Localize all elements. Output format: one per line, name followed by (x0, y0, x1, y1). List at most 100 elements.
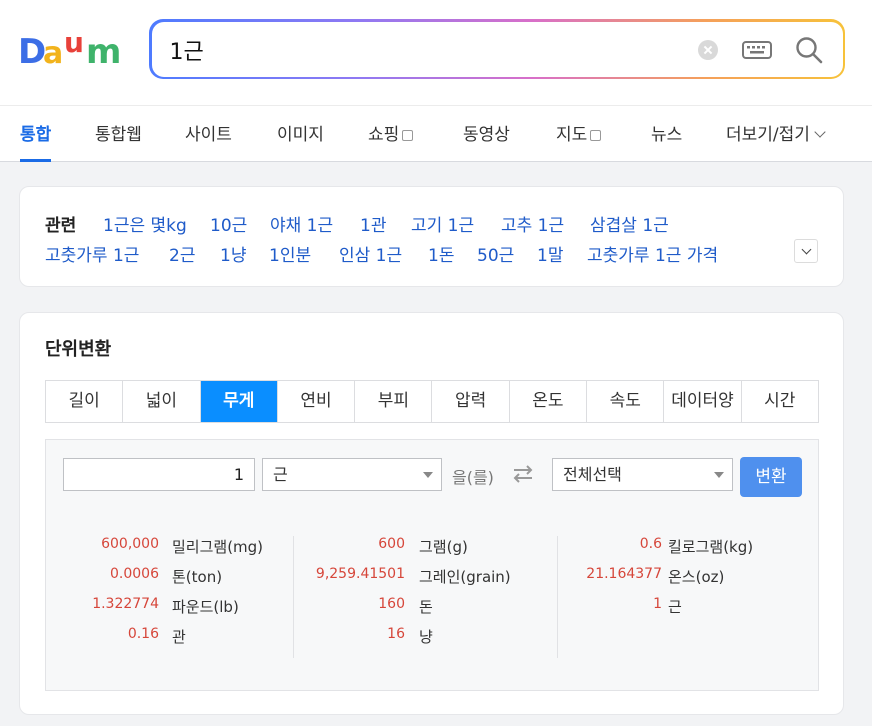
result-row: 160 돈 (310, 596, 557, 626)
related-link[interactable]: 1말 (537, 241, 563, 266)
result-unit: 근 (668, 598, 682, 616)
related-link[interactable]: 삼겹살 1근 (590, 211, 669, 236)
result-unit: 톤(ton) (172, 568, 223, 586)
keyboard-icon[interactable] (741, 39, 772, 61)
tab-label: 통합웹 (95, 125, 142, 145)
tab-label: 동영상 (463, 125, 510, 145)
result-row: 9,259.41501 그레인(grain) (310, 566, 557, 596)
unit-converter-title: 단위변환 (45, 339, 112, 360)
tab-site[interactable]: 사이트 (185, 120, 232, 162)
related-link[interactable]: 50근 (477, 241, 514, 266)
amount-input[interactable] (63, 458, 255, 491)
header: D a u m (0, 0, 872, 105)
result-value: 1 (653, 596, 662, 612)
unit-tab-time[interactable]: 시간 (741, 381, 818, 422)
unit-tab-fuel[interactable]: 연비 (277, 381, 356, 422)
from-unit-select[interactable]: 근 (262, 458, 442, 491)
tab-label: 뉴스 (651, 125, 683, 145)
result-unit: 킬로그램(kg) (668, 538, 754, 556)
from-unit-value: 근 (273, 465, 288, 484)
tab-news[interactable]: 뉴스 (651, 120, 682, 162)
related-link[interactable]: 2근 (169, 241, 195, 266)
tab-shopping[interactable]: 쇼핑 (368, 120, 414, 162)
related-link[interactable]: 야채 1근 (270, 211, 333, 236)
result-unit: 온스(oz) (668, 568, 725, 586)
unit-tab-area[interactable]: 넓이 (123, 381, 201, 422)
result-value: 0.6 (639, 536, 662, 552)
result-row: 1 근 (556, 596, 804, 626)
related-title: 관련 (45, 216, 77, 236)
tab-label: 통합 (20, 125, 52, 145)
result-unit: 그레인(grain) (419, 568, 511, 586)
tab-video[interactable]: 동영상 (463, 120, 510, 162)
related-link[interactable]: 고춧가루 1근 가격 (587, 241, 718, 266)
svg-text:m: m (86, 32, 121, 66)
svg-text:D: D (18, 32, 46, 66)
tab-label: 사이트 (185, 125, 232, 145)
result-value: 9,259.41501 (315, 566, 405, 582)
swap-icon[interactable] (512, 465, 534, 483)
tab-label: 더보기/접기 (726, 125, 810, 145)
related-link[interactable]: 고추 1근 (501, 211, 564, 236)
dropdown-arrow-icon (423, 472, 433, 478)
unit-tab-data[interactable]: 데이터양 (664, 381, 742, 422)
tab-label: 쇼핑 (368, 125, 400, 145)
svg-text:u: u (64, 30, 84, 59)
tab-label: 이미지 (277, 125, 324, 145)
related-link[interactable]: 고기 1근 (411, 211, 474, 236)
result-unit: 관 (172, 628, 186, 646)
result-value: 1.322774 (92, 596, 159, 612)
tab-integrated[interactable]: 통합 (20, 120, 52, 162)
related-link[interactable]: 인삼 1근 (339, 241, 402, 266)
result-value: 16 (387, 626, 405, 642)
unit-tab-pressure[interactable]: 압력 (432, 381, 510, 422)
unit-category-tabs: 길이 넓이 무게 연비 부피 압력 온도 속도 데이터양 시간 (45, 380, 819, 423)
daum-logo[interactable]: D a u m (18, 30, 126, 66)
result-column: 0.6 킬로그램(kg) 21.164377 온스(oz) 1 근 (556, 536, 804, 658)
result-unit: 그램(g) (419, 538, 468, 556)
unit-converter-card: 단위변환 길이 넓이 무게 연비 부피 압력 온도 속도 데이터양 시간 근 을… (19, 312, 844, 715)
clear-icon[interactable] (697, 39, 718, 60)
unit-tab-temperature[interactable]: 온도 (509, 381, 588, 422)
related-searches-card: 관련 1근은 몇kg 10근 야채 1근 1관 고기 1근 고추 1근 삼겹살 … (19, 186, 844, 287)
result-row: 600,000 밀리그램(mg) (46, 536, 293, 566)
unit-tab-length[interactable]: 길이 (46, 381, 124, 422)
tab-more[interactable]: 더보기/접기 (726, 120, 826, 162)
result-row: 21.164377 온스(oz) (556, 566, 804, 596)
result-row: 0.16 관 (46, 626, 293, 656)
result-value: 0.16 (127, 626, 159, 642)
tab-map[interactable]: 지도 (556, 120, 602, 162)
result-unit: 돈 (419, 598, 433, 616)
result-row: 600 그램(g) (310, 536, 557, 566)
convert-button[interactable]: 변환 (740, 457, 802, 497)
result-value: 21.164377 (586, 566, 662, 582)
unit-tab-speed[interactable]: 속도 (587, 381, 665, 422)
to-unit-value: 전체선택 (563, 465, 622, 484)
tab-image[interactable]: 이미지 (277, 120, 324, 162)
related-link[interactable]: 1냥 (220, 241, 246, 266)
result-row: 1.322774 파운드(lb) (46, 596, 293, 626)
chevron-down-icon (814, 126, 826, 138)
related-link[interactable]: 1관 (360, 211, 386, 236)
result-value: 0.0006 (110, 566, 159, 582)
result-row: 0.0006 톤(ton) (46, 566, 293, 596)
result-unit: 밀리그램(mg) (172, 538, 264, 556)
to-unit-select[interactable]: 전체선택 (552, 458, 733, 491)
search-icon[interactable] (794, 35, 824, 65)
related-link[interactable]: 고춧가루 1근 (45, 241, 139, 266)
unit-tab-weight[interactable]: 무게 (200, 381, 278, 422)
related-link[interactable]: 1돈 (428, 241, 454, 266)
result-value: 600,000 (101, 536, 159, 552)
tab-web[interactable]: 통합웹 (95, 120, 142, 162)
related-link[interactable]: 10근 (210, 211, 247, 236)
particle-label: 을(를) (452, 468, 494, 487)
related-link[interactable]: 1인분 (269, 241, 311, 266)
conversion-panel: 근 을(를) 전체선택 변환 600,000 밀리그램(mg) 0.0006 톤… (45, 439, 819, 691)
unit-tab-volume[interactable]: 부피 (355, 381, 433, 422)
related-expand-button[interactable] (794, 239, 818, 263)
search-input[interactable] (169, 31, 670, 68)
related-link[interactable]: 1근은 몇kg (103, 211, 187, 236)
svg-text:a: a (43, 36, 63, 66)
result-column: 600 그램(g) 9,259.41501 그레인(grain) 160 돈 1… (310, 536, 558, 658)
result-row: 0.6 킬로그램(kg) (556, 536, 804, 566)
